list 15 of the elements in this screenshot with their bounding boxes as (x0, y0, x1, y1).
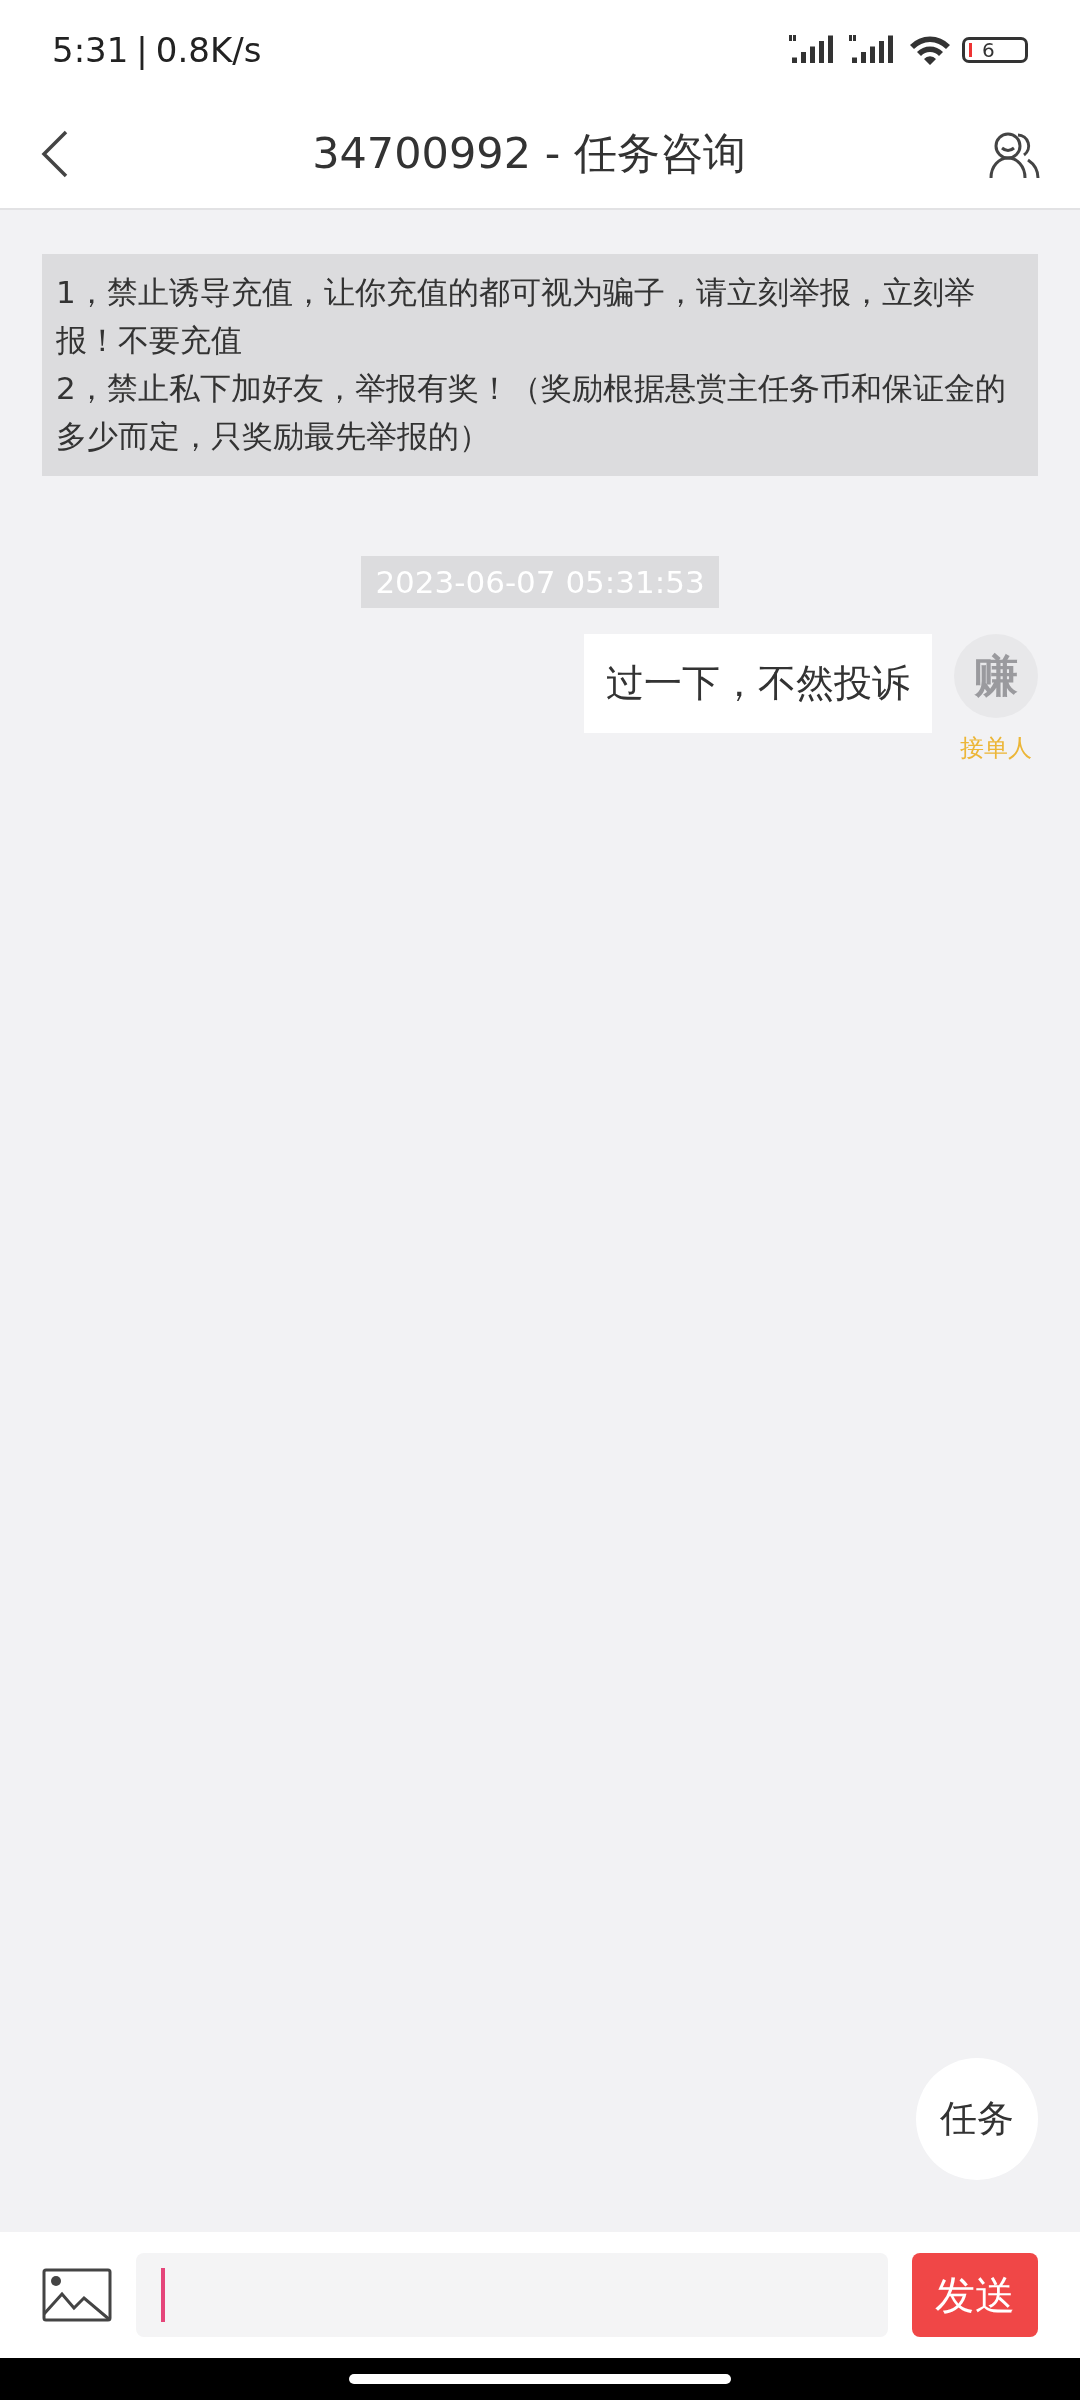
status-separator: | (136, 30, 148, 70)
send-button[interactable]: 发送 (912, 2253, 1038, 2337)
notice-text: 1，禁止诱导充值，让你充值的都可视为骗子，请立刻举报，立刻举报！不要充值 (56, 273, 976, 360)
sender-role: 接单人 (960, 733, 1032, 764)
avatar: 赚 (954, 634, 1038, 718)
image-icon[interactable] (42, 2268, 112, 2322)
task-button[interactable]: 任务 (916, 2058, 1038, 2180)
notice-text: 2，禁止私下加好友，举报有奖！（奖励根据悬赏主任务币和保证金的多少而定，只奖励最先举报的） (56, 369, 1007, 456)
status-time: 5:31 (52, 30, 129, 70)
back-icon[interactable] (40, 129, 70, 179)
battery-level: 6 (982, 38, 995, 62)
network-speed: 0.8K/s (155, 30, 262, 70)
message-bubble: 过一下，不然投诉 (584, 634, 932, 733)
message-input[interactable] (136, 2253, 888, 2337)
window-title: 34700992 - 任务咨询 (312, 127, 746, 180)
